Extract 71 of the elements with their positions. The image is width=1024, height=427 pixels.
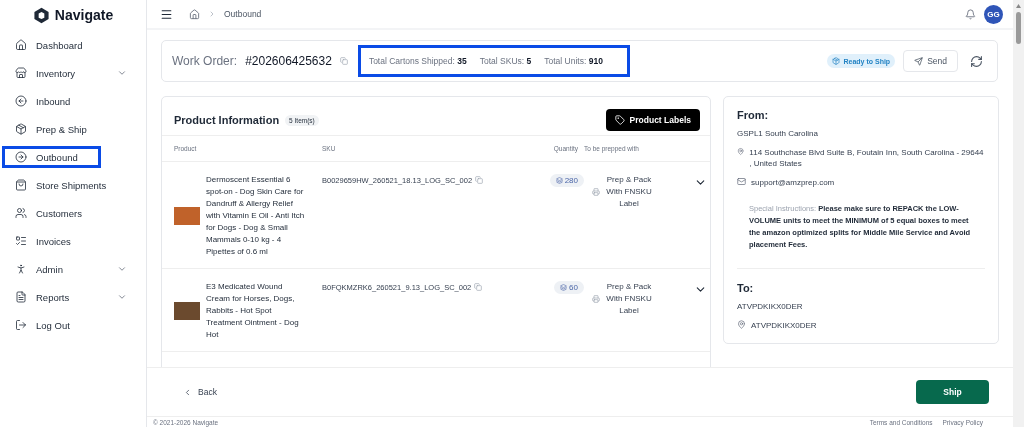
document-icon [15,291,27,303]
prep-text: Prep & Pack With FNSKU Label [605,281,653,317]
person-icon [15,263,27,275]
layers-icon [555,177,563,184]
menu-icon[interactable] [160,7,173,21]
stat-text: Total SKUs: 5 [479,56,532,66]
box-icon [832,57,841,65]
bag-icon [15,179,27,191]
to-address: ATVPDKIKX0DER [751,319,817,331]
send-icon [914,56,924,66]
tag-icon [614,115,625,125]
refresh-icon[interactable] [970,54,983,68]
back-button[interactable]: Back [177,386,223,398]
logo-icon [32,6,50,24]
product-photo [174,302,200,320]
chevron-icon [208,10,216,18]
work-order-number: #202606425632 [245,54,332,68]
sidebar-item[interactable]: Inbound [2,90,140,112]
sidebar-item[interactable]: Outbound [2,146,101,168]
sidebar-item[interactable]: Log Out [2,314,140,336]
chevron-icon [117,264,127,274]
to-name: ATVPDKIKX0DER [737,301,804,313]
product-labels-button[interactable]: Product Labels [605,109,700,131]
product-name: E3 Medicated Wound Cream for Horses, Dogs, Rabbits - Hot Spot Treatment Ointment - Dog Hot [206,281,300,341]
printer-icon [592,188,600,196]
sidebar-item[interactable]: Customers [2,202,140,224]
home-icon [15,39,27,51]
prep-text: Prep & Pack With FNSKU Label [605,174,653,210]
from-email: support@amzprep.com [751,176,835,188]
ship-button[interactable]: Ship [916,380,989,404]
home-icon[interactable] [189,8,200,20]
stat-text: Total Cartons Shipped: 35 [368,56,467,66]
to-title: To: [737,282,755,294]
layers-icon [560,284,568,291]
sidebar-item[interactable]: Invoices [2,230,140,252]
quantity-badge: 280 [549,174,584,187]
logout-icon [15,319,27,331]
arrow-circle-icon [15,95,27,107]
send-button[interactable]: Send [903,50,958,72]
box-icon [15,123,27,135]
mail-icon [737,176,746,186]
location-icon [737,146,745,156]
stat-text: Total Units: 910 [544,56,603,66]
chevron-icon [117,68,127,78]
sidebar-item[interactable]: Inventory [2,62,140,84]
sidebar-item[interactable]: Reports [2,286,140,308]
scrollbar-drawing[interactable] [1013,0,1024,427]
sidebar-item[interactable]: Prep & Ship [2,118,140,140]
location-icon [737,319,746,329]
users-icon [15,207,27,219]
sidebar-item[interactable]: Dashboard [2,34,140,56]
breadcrumb: Outbound [224,9,262,19]
product-name: Dermoscent Essential 6 spot-on - Dog Skin Care for Dandruff & Allergy Relief with Vitamin E Oil - Anti Itch for Dogs - Dog & Small Mammals 0-10 kg - 4 Pipettes of 0.6 ml [206,174,306,258]
brand-name: Navigate [54,7,114,23]
chevron-icon [183,387,192,397]
printer-icon [592,295,600,303]
quantity-badge: 60 [554,281,584,294]
arrow-circle-icon [15,151,27,163]
chevron-icon [117,292,127,302]
user-avatar[interactable]: GG [984,4,1003,24]
sidebar-item[interactable]: Store Shipments [2,174,140,196]
notification-icon[interactable] [965,8,976,20]
from-title: From: [737,109,770,121]
product-photo [174,207,200,225]
store-icon [15,67,27,79]
section-title: Product Information [174,114,280,126]
from-name: GSPL1 South Carolina [737,128,819,140]
from-address: 114 Southchase Blvd Suite B, Foutain Inn, South Carolina - 29644 , United States [749,146,985,170]
sidebar-item[interactable]: Admin [2,258,140,280]
list-icon [15,235,27,247]
work-order-label: Work Order: [172,54,238,68]
